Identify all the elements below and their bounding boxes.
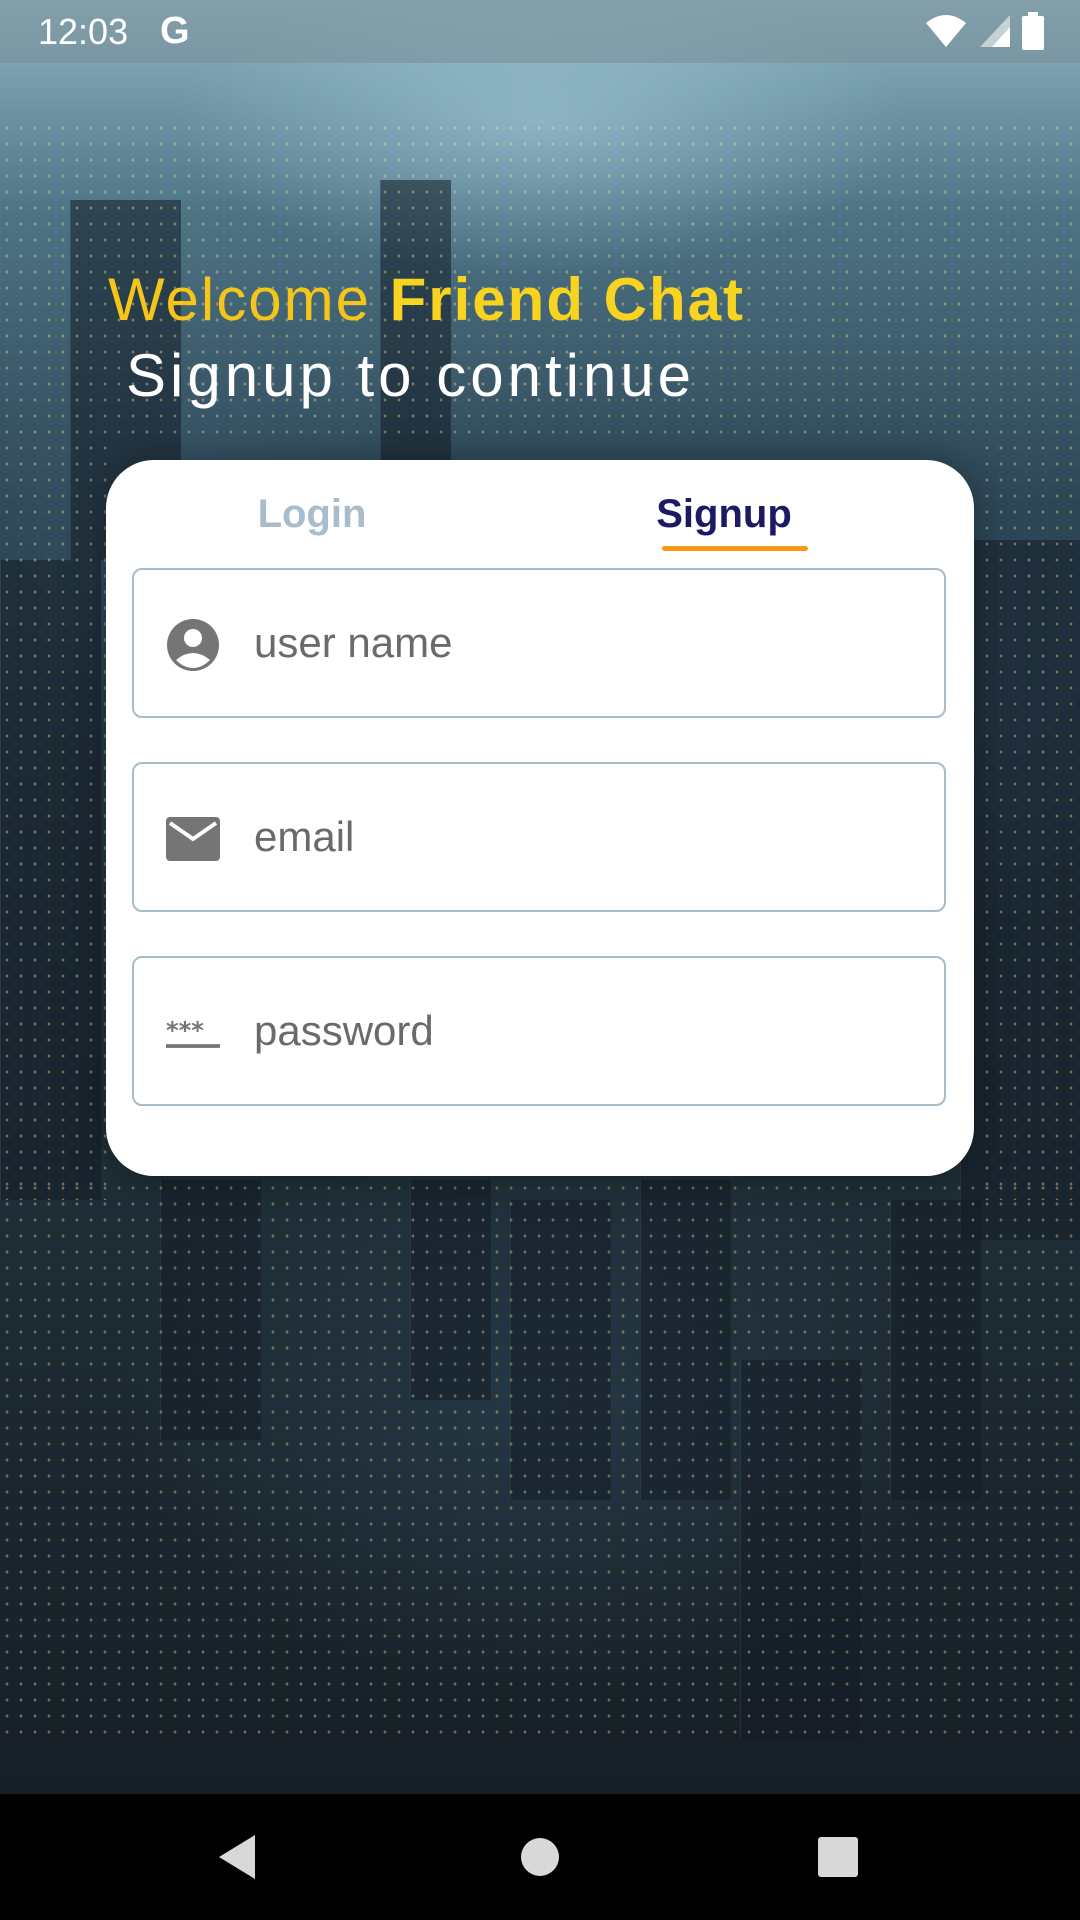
recent-square-icon [818, 1836, 858, 1882]
signal-icon [978, 13, 1012, 54]
back-button[interactable] [202, 1824, 272, 1894]
password-field[interactable]: *** [132, 956, 946, 1106]
welcome-prefix: Welcome [108, 266, 371, 333]
recent-apps-button[interactable] [803, 1824, 873, 1894]
welcome-heading: Welcome Friend Chat [108, 262, 745, 338]
status-icons [924, 12, 1044, 55]
active-tab-indicator [662, 546, 808, 551]
tab-login[interactable]: Login [222, 482, 402, 546]
app-name: Friend Chat [389, 266, 745, 333]
signup-card: Login Signup user name email *** [106, 460, 974, 1176]
home-circle-icon [520, 1837, 560, 1882]
navigation-bar [0, 1794, 1080, 1920]
account-circle-icon [166, 618, 220, 672]
signup-screen: 12:03 G Welcome Friend Chat Signup to co… [0, 0, 1080, 1920]
svg-text:***: *** [166, 1017, 204, 1045]
status-time: 12:03 [38, 11, 129, 52]
email-input[interactable] [254, 804, 914, 870]
google-icon: G [160, 10, 190, 52]
page-subtitle: Signup to continue [126, 342, 696, 409]
battery-icon [1022, 12, 1044, 55]
username-input[interactable] [254, 610, 914, 676]
password-icon: *** [166, 1006, 220, 1060]
tab-signup[interactable]: Signup [650, 482, 798, 546]
status-bar: 12:03 G [0, 0, 1080, 63]
email-field[interactable] [132, 762, 946, 912]
username-field[interactable] [132, 568, 946, 718]
password-input[interactable] [254, 998, 914, 1064]
mail-icon [166, 812, 220, 866]
back-triangle-icon [215, 1833, 259, 1886]
wifi-icon [924, 13, 968, 54]
home-button[interactable] [505, 1824, 575, 1894]
